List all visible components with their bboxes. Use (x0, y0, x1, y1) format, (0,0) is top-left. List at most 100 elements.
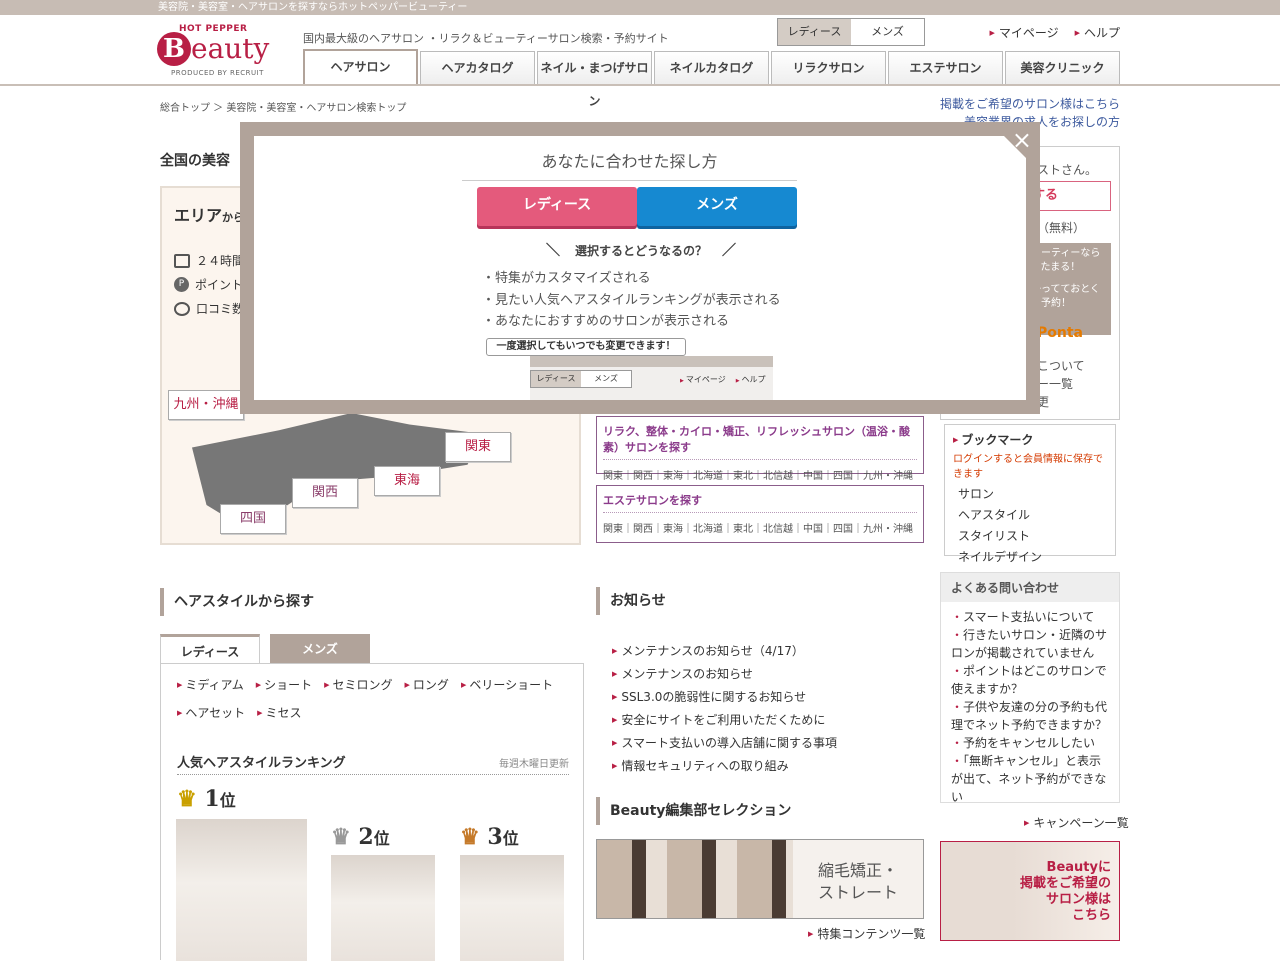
link-mrs[interactable]: ミセス (257, 704, 302, 721)
relax-area-links[interactable]: 関東｜関西｜東海｜北海道｜東北｜北信越｜中国｜四国｜九州・沖縄 (603, 467, 917, 482)
selection-banner-image (597, 840, 793, 918)
banner-line1: Beautyに (1046, 860, 1111, 875)
speech-bubble-icon (174, 301, 190, 316)
nav-hair-catalog[interactable]: ヘアカタログ (420, 51, 535, 84)
news-item[interactable]: 安全にサイトをご利用いただくために (612, 709, 837, 732)
area-kyushu-button[interactable]: 九州・沖縄 (168, 390, 244, 420)
news-item[interactable]: SSL3.0の脆弱性に関するお知らせ (612, 686, 837, 709)
bookmark-title: ブックマーク (953, 431, 1107, 448)
bookmark-hairstyle[interactable]: ヘアスタイル (953, 505, 1107, 526)
link-short[interactable]: ショート (256, 676, 312, 693)
news-item[interactable]: メンテナンスのお知らせ (612, 663, 837, 686)
relax-search-title[interactable]: リラク、整体・カイロ・矯正、リフレッシュサロン（温浴・酸素）サロンを探す (603, 423, 917, 460)
news-item[interactable]: スマート支払いの導入店舗に関する事項 (612, 732, 837, 755)
length-links-row2: ヘアセット ミセス (177, 704, 302, 721)
nav-esthe-salon[interactable]: エステサロン (888, 51, 1003, 84)
link-long[interactable]: ロング (405, 676, 449, 693)
rank-3-suffix: 位 (502, 829, 519, 848)
link-semilong[interactable]: セミロング (324, 676, 393, 693)
area-kanto-button[interactable]: 関東 (445, 432, 511, 462)
faq-box: よくある問い合わせ スマート支払いについて 行きたいサロン・近隣のサロンが掲載さ… (940, 572, 1120, 806)
ranking-title-text: 人気ヘアスタイルランキング (177, 756, 346, 771)
salon-listing-banner[interactable]: Beautyに 掲載をご希望の サロン様は こちら (940, 841, 1120, 941)
selection-banner[interactable]: 縮毛矯正・ ストレート (596, 839, 924, 919)
side-link-1[interactable]: こついて (1037, 357, 1085, 374)
close-icon[interactable]: × (990, 122, 1040, 172)
mypage-link[interactable]: マイページ (989, 24, 1059, 41)
modal-mini-header: レディース メンズ マイページヘルプ (530, 356, 773, 400)
faq-item[interactable]: 「無断キャンセル」と表示が出て、ネット予約ができない (951, 752, 1109, 806)
mini-bar (530, 356, 773, 367)
esthe-area-links[interactable]: 関東｜関西｜東海｜北海道｜東北｜北信越｜中国｜四国｜九州・沖縄 (603, 520, 917, 535)
news-item[interactable]: メンテナンスのお知らせ（4/17） (612, 640, 837, 663)
mini-mypage: マイページ (680, 374, 726, 385)
area-heading-text: エリア (174, 206, 223, 225)
modal-body: × あなたに合わせた探し方 レディース メンズ 選択するとどうなるの？ ・特集が… (254, 122, 1040, 400)
side-link-2[interactable]: ー一覧 (1037, 375, 1073, 392)
rank-3-photo[interactable] (460, 855, 564, 961)
selection-line2: ストレート (817, 883, 898, 902)
logo-text: eauty (191, 32, 270, 65)
modal-question: 選択するとどうなるの？ (546, 240, 736, 260)
bookmark-box: ブックマーク ログインすると会員情報に保存できます サロン ヘアスタイル スタイ… (944, 424, 1116, 564)
tab-mens[interactable]: メンズ (270, 634, 370, 664)
tab-ladies[interactable]: レディース (160, 634, 260, 664)
faq-item[interactable]: 子供や友達の分の予約も代理でネット予約できますか？ (951, 698, 1109, 734)
rank-1-number: 1 (204, 786, 220, 812)
nav-nail-salon[interactable]: ネイル・まつげサロン (537, 51, 652, 108)
area-kansai-button[interactable]: 関西 (292, 478, 358, 508)
campaign-link[interactable]: キャンペーン一覧 (1024, 814, 1128, 831)
top-bar: 美容院・美容室・ヘアサロンを探すならホットペッパービューティー (0, 0, 1280, 15)
banner-line2: 掲載をご希望の (1019, 876, 1111, 891)
esthe-search-title[interactable]: エステサロンを探す (603, 492, 917, 513)
crown-silver-icon: ♛ (331, 824, 351, 850)
bookmark-salon[interactable]: サロン (953, 484, 1107, 505)
salon-listing-link[interactable]: 掲載をご希望のサロン様はこちら (940, 95, 1120, 113)
bookmark-nail[interactable]: ネイルデザイン (953, 547, 1107, 568)
promo-line3: かってておとく (1031, 284, 1100, 295)
faq-title: よくある問い合わせ (941, 573, 1119, 602)
nav-beauty-clinic[interactable]: 美容クリニック (1005, 51, 1120, 84)
nav-nail-catalog[interactable]: ネイルカタログ (654, 51, 769, 84)
header-links: マイページ ヘルプ (989, 24, 1120, 41)
banner-line4: こちら (1071, 908, 1111, 923)
news-item[interactable]: 情報セキュリティへの取り組み (612, 755, 837, 778)
rank-2: ♛ 2位 (331, 824, 390, 850)
modal-ladies-button[interactable]: レディース (477, 187, 637, 226)
bookmark-note: ログインすると会員情報に保存できます (953, 454, 1103, 480)
feature-list-link[interactable]: 特集コンテンツ一覧 (808, 925, 925, 942)
rank-2-suffix: 位 (373, 829, 390, 848)
link-veryshort[interactable]: ベリーショート (461, 676, 553, 693)
feature-24h: ２４時間 (174, 252, 244, 269)
crown-bronze-icon: ♛ (460, 824, 480, 850)
rank-2-number: 2 (358, 824, 374, 850)
faq-item[interactable]: スマート支払いについて (951, 608, 1109, 626)
logo-produced: PRODUCED BY RECRUIT (171, 69, 264, 77)
modal-title: あなたに合わせた探し方 (462, 148, 797, 181)
faq-item[interactable]: 行きたいサロン・近隣のサロンが掲載されていません (951, 626, 1109, 662)
faq-item[interactable]: 予約をキャンセルしたい (951, 734, 1109, 752)
gender-mens-button[interactable]: メンズ (851, 19, 924, 45)
logo[interactable]: HOT PEPPER B eauty PRODUCED BY RECRUIT (157, 24, 281, 82)
faq-item[interactable]: ポイントはどこのサロンで使えますか？ (951, 662, 1109, 698)
point-icon: P (174, 277, 189, 292)
nav-relax-salon[interactable]: リラクサロン (771, 51, 886, 84)
feature-review: 口コミ数 (174, 300, 244, 317)
link-hairset[interactable]: ヘアセット (177, 704, 245, 721)
bookmark-stylist[interactable]: スタイリスト (953, 526, 1107, 547)
modal-mens-button[interactable]: メンズ (637, 187, 797, 226)
link-medium[interactable]: ミディアム (177, 676, 243, 693)
area-shikoku-button[interactable]: 四国 (220, 504, 286, 534)
selection-heading: Beauty編集部セレクション (596, 797, 791, 825)
rank-2-photo[interactable] (331, 855, 435, 961)
header: HOT PEPPER B eauty PRODUCED BY RECRUIT 国… (0, 15, 1280, 108)
nav-hair-salon[interactable]: ヘアサロン (303, 49, 418, 84)
news-heading: お知らせ (596, 587, 666, 615)
esthe-search-box: エステサロンを探す 関東｜関西｜東海｜北海道｜東北｜北信越｜中国｜四国｜九州・沖… (596, 485, 924, 543)
area-tokai-button[interactable]: 東海 (374, 466, 440, 496)
breadcrumb[interactable]: 総合トップ ＞ 美容院・美容室・ヘアサロン検索トップ (160, 99, 406, 114)
gender-ladies-button[interactable]: レディース (778, 19, 851, 45)
rank-3-number: 3 (487, 824, 503, 850)
rank-1-photo[interactable] (176, 819, 307, 961)
help-link[interactable]: ヘルプ (1075, 24, 1120, 41)
